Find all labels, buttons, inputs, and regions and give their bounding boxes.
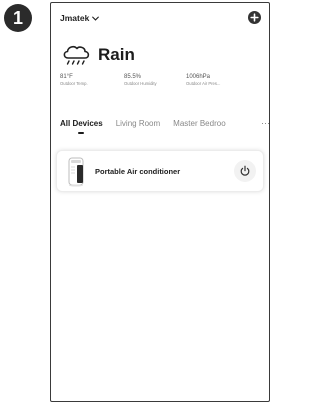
add-device-button[interactable]	[248, 11, 261, 24]
phone-screen: Jmatek Rain 81°F Outdoor Temp. 85.5% Out…	[50, 2, 270, 402]
manual-step-figure: 1 Jmatek Rain 81°F Outdoor Temp. 85.5% O…	[0, 0, 272, 404]
metric-outdoor-humidity: 85.5% Outdoor Humidity	[124, 73, 186, 87]
metric-value: 81°F	[60, 74, 73, 80]
chevron-down-icon	[92, 16, 100, 21]
active-tab-indicator	[78, 132, 85, 134]
metric-value: 85.5%	[124, 74, 142, 80]
add-circle-icon	[250, 13, 259, 22]
home-name-label: Jmatek	[60, 13, 90, 23]
rain-cloud-icon	[60, 43, 92, 67]
tab-living-room[interactable]: Living Room	[116, 119, 160, 128]
device-name: Portable Air conditioner	[95, 167, 181, 176]
tab-master-bedroom[interactable]: Master Bedroo	[173, 119, 225, 128]
tab-label: All Devices	[60, 119, 103, 128]
weather-panel: Rain 81°F Outdoor Temp. 85.5% Outdoor Hu…	[60, 43, 265, 87]
tab-all-devices[interactable]: All Devices	[60, 119, 103, 134]
metric-value: 1006hPa	[186, 74, 211, 80]
weather-condition: Rain	[98, 45, 135, 64]
power-button[interactable]	[234, 160, 256, 182]
step-number-badge: 1	[4, 4, 32, 32]
metric-outdoor-temp: 81°F Outdoor Temp.	[60, 73, 124, 87]
app-header: Jmatek	[51, 3, 269, 31]
metric-label: Outdoor Temp.	[60, 81, 88, 86]
portable-air-conditioner-icon	[66, 157, 86, 192]
metric-label: Outdoor Humidity	[124, 81, 157, 86]
metric-label: Outdoor Air Pres...	[186, 81, 221, 86]
home-selector[interactable]: Jmatek	[60, 13, 100, 23]
room-tabs: All Devices Living Room Master Bedroo ··…	[60, 118, 269, 139]
tab-label: Living Room	[115, 119, 161, 128]
device-card[interactable]: Portable Air conditioner	[56, 150, 264, 192]
metric-outdoor-pressure: 1006hPa Outdoor Air Pres...	[186, 73, 250, 87]
more-dots-icon[interactable]: ···	[259, 118, 269, 128]
power-icon	[240, 165, 250, 176]
tab-label: Master Bedroo	[173, 119, 226, 128]
weather-metrics: 81°F Outdoor Temp. 85.5% Outdoor Humidit…	[60, 73, 265, 87]
